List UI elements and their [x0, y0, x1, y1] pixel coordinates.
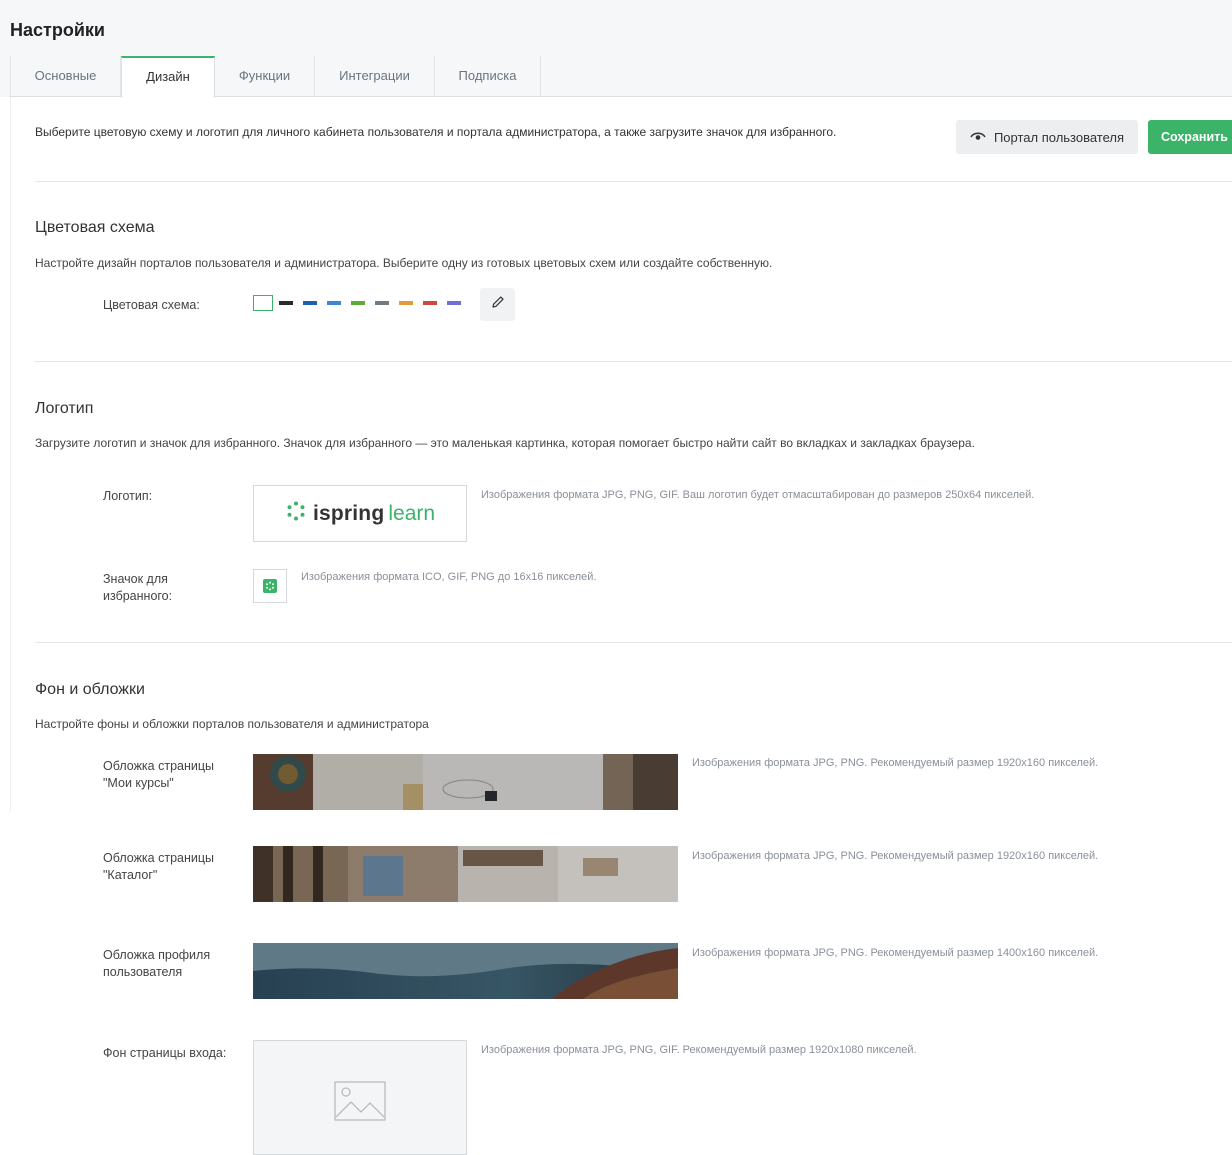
- color-scheme-description: Настройте дизайн порталов пользователя и…: [35, 256, 773, 270]
- color-swatch-red[interactable]: [420, 296, 440, 310]
- cover-my-courses-image[interactable]: [253, 754, 678, 810]
- color-swatch-purple[interactable]: [444, 296, 464, 310]
- tab-integrations[interactable]: Интеграции: [315, 56, 435, 97]
- swatch-bar: [375, 301, 389, 305]
- tab-main[interactable]: Основные: [10, 56, 121, 97]
- login-background-label: Фон страницы входа:: [103, 1046, 227, 1060]
- pencil-icon: [491, 295, 505, 314]
- swatch-bar: [303, 301, 317, 305]
- tab-features[interactable]: Функции: [215, 56, 315, 97]
- divider: [35, 361, 1232, 362]
- logo-section-description: Загрузите логотип и значок для избранног…: [35, 436, 975, 450]
- color-scheme-label: Цветовая схема:: [103, 298, 200, 312]
- login-background-upload[interactable]: [253, 1040, 467, 1155]
- favicon-hint: Изображения формата ICO, GIF, PNG до 16x…: [301, 571, 597, 583]
- color-swatch-blue[interactable]: [324, 296, 344, 310]
- color-swatch-gray[interactable]: [372, 296, 392, 310]
- cover-my-courses-hint: Изображения формата JPG, PNG. Рекомендуе…: [692, 757, 1099, 769]
- color-scheme-title: Цветовая схема: [35, 219, 155, 236]
- user-portal-label: Портал пользователя: [993, 129, 1125, 145]
- swatch-bar: [327, 301, 341, 305]
- page-title: Настройки: [10, 20, 105, 40]
- swatch-bar: [423, 301, 437, 305]
- settings-content: [10, 97, 1232, 812]
- swatch-bar: [351, 301, 365, 305]
- logo-hint: Изображения формата JPG, PNG, GIF. Ваш л…: [481, 489, 1035, 501]
- image-placeholder-icon: [334, 1081, 386, 1126]
- cover-catalog-hint: Изображения формата JPG, PNG. Рекомендуе…: [692, 850, 1099, 862]
- favicon-upload[interactable]: [253, 569, 287, 603]
- tab-design[interactable]: Дизайн: [121, 56, 215, 98]
- intro-text: Выберите цветовую схему и логотип для ли…: [35, 125, 837, 139]
- eye-icon: [970, 130, 986, 145]
- backgrounds-title: Фон и обложки: [35, 681, 145, 698]
- cover-my-courses-label: Обложка страницы "Мои курсы": [103, 759, 215, 790]
- cover-profile-hint: Изображения формата JPG, PNG. Рекомендуе…: [692, 947, 1099, 959]
- favicon-preview-icon: [263, 579, 277, 593]
- cover-profile-image[interactable]: [253, 943, 678, 999]
- favicon-label: Значок для избранного:: [103, 572, 173, 603]
- color-swatch-dark-blue[interactable]: [300, 296, 320, 310]
- swatch-bar: [447, 301, 461, 305]
- swatch-bar: [399, 301, 413, 305]
- cover-catalog-label: Обложка страницы "Каталог": [103, 851, 215, 882]
- color-swatch-white[interactable]: [253, 295, 273, 311]
- logo-upload[interactable]: ispring learn: [253, 485, 467, 542]
- color-swatch-black[interactable]: [276, 296, 296, 310]
- logo-label: Логотип:: [103, 489, 153, 503]
- ispring-asterisk-icon: [285, 500, 307, 527]
- swatch-bar: [279, 301, 293, 305]
- user-portal-button[interactable]: Портал пользователя: [956, 120, 1138, 154]
- save-button[interactable]: Сохранить: [1148, 120, 1232, 154]
- divider: [35, 642, 1232, 643]
- color-swatch-orange[interactable]: [396, 296, 416, 310]
- backgrounds-description: Настройте фоны и обложки порталов пользо…: [35, 717, 429, 731]
- edit-color-scheme-button[interactable]: [480, 288, 515, 321]
- color-swatch-green[interactable]: [348, 296, 368, 310]
- logo-text-ispring: ispring: [312, 501, 385, 525]
- tab-subscription[interactable]: Подписка: [435, 56, 541, 97]
- login-background-hint: Изображения формата JPG, PNG, GIF. Реком…: [481, 1044, 917, 1056]
- cover-catalog-image[interactable]: [253, 846, 678, 902]
- logo-section-title: Логотип: [35, 400, 94, 417]
- divider: [35, 181, 1232, 182]
- cover-profile-label: Обложка профиля пользователя: [103, 948, 211, 979]
- logo-text-learn: learn: [388, 501, 436, 525]
